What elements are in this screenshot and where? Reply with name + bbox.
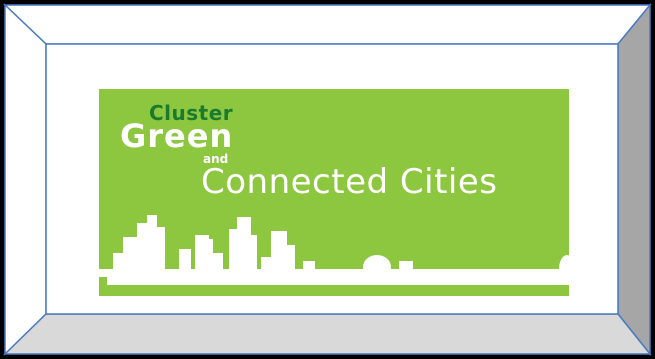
frame-right-face [617,2,651,357]
logo-text: Cluster Green and Connected Cities [99,89,569,296]
logo-word-green: Green [120,117,234,155]
logo-word-connected-cities: Connected Cities [201,162,498,202]
frame-bottom-face [3,313,652,355]
frame-top-face [3,4,652,45]
green-connected-cities-logo: Cluster Green and Connected Cities [99,89,569,296]
frame-left-face [4,3,47,356]
beveled-frame: Cluster Green and Connected Cities [0,0,655,359]
